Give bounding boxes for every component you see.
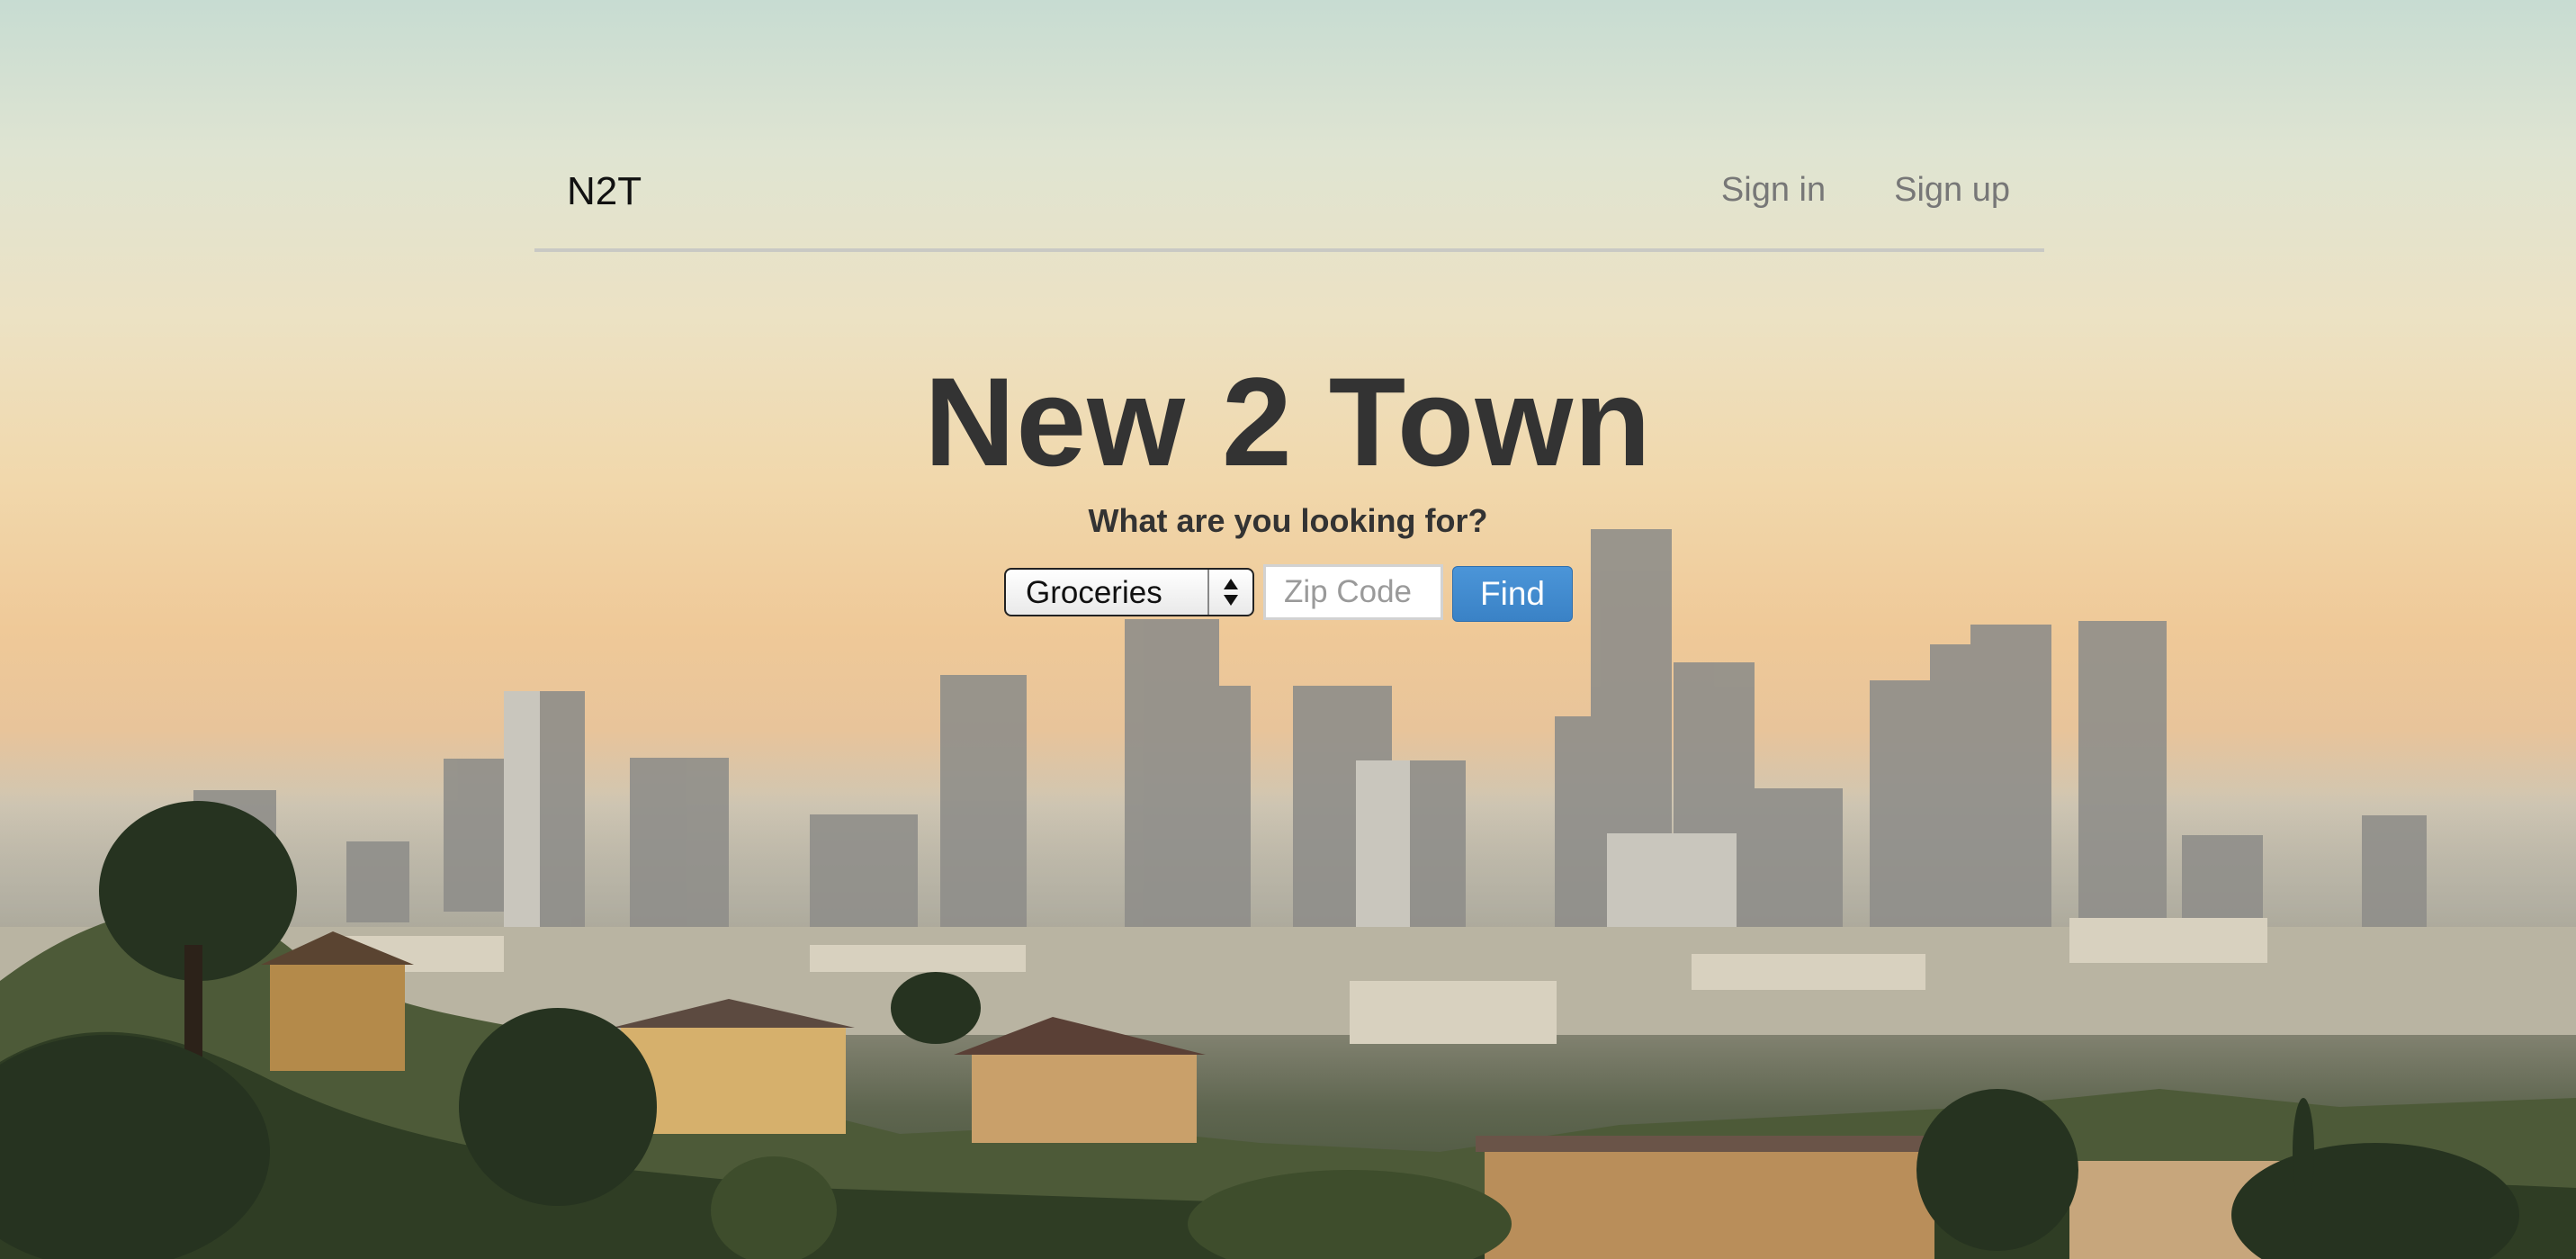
select-arrows-icon <box>1207 570 1252 615</box>
sign-up-link[interactable]: Sign up <box>1894 171 2010 210</box>
hero-subtitle: What are you looking for? <box>1088 502 1488 539</box>
top-navbar: N2T Sign in Sign up <box>534 153 2044 252</box>
brand-logo-link[interactable]: N2T <box>567 169 642 214</box>
category-select[interactable]: Groceries <box>1004 568 1254 616</box>
search-form: Groceries Find <box>1004 563 1573 622</box>
sign-in-link[interactable]: Sign in <box>1721 171 1826 210</box>
find-button[interactable]: Find <box>1452 566 1573 622</box>
zip-code-input[interactable] <box>1263 564 1443 620</box>
category-select-value: Groceries <box>1026 575 1162 610</box>
hero-title: New 2 Town <box>924 351 1652 492</box>
auth-links: Sign in Sign up <box>1721 171 2010 210</box>
